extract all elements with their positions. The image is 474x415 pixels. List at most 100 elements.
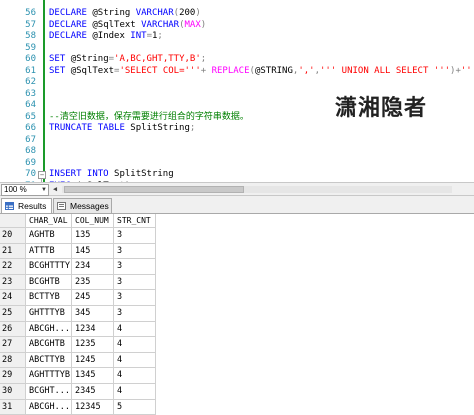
table-cell[interactable]: 12345 <box>72 399 114 415</box>
watermark-text: 潇湘隐者 <box>335 95 428 121</box>
code-line[interactable]: SET @SqlText='SELECT COL='''+ REPLACE(@S… <box>49 66 474 78</box>
table-cell[interactable]: 3 <box>114 243 156 260</box>
line-number-gutter: 565758596061626364656667686970717273 <box>0 0 38 182</box>
line-number: 63 <box>25 88 36 99</box>
scroll-left-icon[interactable]: ◀ <box>50 185 60 194</box>
column-header[interactable]: STR_CNT <box>114 214 156 228</box>
table-cell[interactable]: GHTTTYB <box>26 306 72 322</box>
table-row[interactable]: 22 BCGHTTTY 234 3 <box>0 259 156 275</box>
table-cell[interactable]: AGHTTTYB <box>26 368 72 384</box>
chevron-down-icon[interactable]: ▼ <box>41 185 47 195</box>
table-cell[interactable]: 1345 <box>72 368 114 384</box>
table-cell[interactable]: 345 <box>72 306 114 322</box>
code-line[interactable]: TRUNCATE TABLE SplitString; <box>49 123 195 135</box>
code-token: @String <box>70 54 109 64</box>
code-token: VARCHAR <box>141 19 180 30</box>
code-token: @String <box>92 8 136 18</box>
code-token: DECLARE <box>49 8 93 18</box>
column-header[interactable]: CHAR_VAL <box>26 214 72 228</box>
code-token: 'A,BC,GHT,TTY,B' <box>114 54 201 64</box>
table-cell[interactable]: ABCGHTB <box>26 337 72 353</box>
row-number[interactable]: 25 <box>0 306 26 322</box>
table-cell[interactable]: AGHTB <box>26 228 72 244</box>
table-row[interactable]: 31 ABCGH... 12345 5 <box>0 399 156 415</box>
row-number[interactable]: 24 <box>0 290 26 306</box>
line-number: 58 <box>25 31 36 41</box>
zoom-dropdown[interactable]: 100 % ▼ <box>1 184 49 196</box>
collapse-toggle-icon[interactable]: − <box>38 171 46 179</box>
table-cell[interactable]: 145 <box>72 243 114 260</box>
code-token: SET <box>49 54 71 64</box>
table-cell[interactable]: BCGHT... <box>26 384 72 400</box>
table-cell[interactable]: 3 <box>114 259 156 275</box>
code-token: ; <box>189 123 196 133</box>
code-token: @STRING <box>254 65 293 76</box>
table-cell[interactable]: 1245 <box>72 352 114 369</box>
table-row[interactable]: 29 AGHTTTYB 1345 4 <box>0 368 156 384</box>
table-cell[interactable]: 4 <box>114 384 156 400</box>
table-cell[interactable]: 5 <box>114 399 156 415</box>
code-line[interactable]: DECLARE @Index INT=1; <box>49 31 163 43</box>
table-row[interactable]: 23 BCGHTB 235 3 <box>0 274 156 291</box>
row-number[interactable]: 20 <box>0 228 26 244</box>
code-token: @SqlText <box>70 65 115 76</box>
column-header[interactable]: COL_NUM <box>72 214 114 228</box>
table-cell[interactable]: 4 <box>114 337 156 353</box>
table-cell[interactable]: 245 <box>72 290 114 306</box>
table-row[interactable]: 26 ABCGH... 1234 4 <box>0 321 156 338</box>
results-grid[interactable]: CHAR_VAL COL_NUM STR_CNT 20 AGHTB 135 3 21 AT… <box>0 214 474 415</box>
code-line[interactable]: SET @String='A,BC,GHT,TTY,B'; <box>49 54 206 66</box>
line-number: 57 <box>25 19 36 30</box>
table-cell[interactable]: 3 <box>114 274 156 291</box>
table-cell[interactable]: 4 <box>114 352 156 369</box>
table-cell[interactable]: 1235 <box>72 337 114 353</box>
table-row[interactable]: 20 AGHTB 135 3 <box>0 228 156 244</box>
table-row[interactable]: 30 BCGHT... 2345 4 <box>0 384 156 400</box>
table-cell[interactable]: 4 <box>114 368 156 384</box>
tab-messages[interactable]: Messages <box>53 198 112 213</box>
grid-corner[interactable] <box>0 214 26 228</box>
table-row[interactable]: 27 ABCGHTB 1235 4 <box>0 337 156 353</box>
row-number[interactable]: 27 <box>0 337 26 353</box>
editor-status-bar: 100 % ▼ ◀ <box>0 182 474 196</box>
line-number: 70 <box>25 169 36 179</box>
row-number[interactable]: 21 <box>0 243 26 260</box>
table-row[interactable]: 24 BCTTYB 245 3 <box>0 290 156 306</box>
table-row[interactable]: 25 GHTTTYB 345 3 <box>0 306 156 322</box>
code-line[interactable]: INSERT INTO SplitString <box>49 169 174 181</box>
table-cell[interactable]: ABCGH... <box>26 321 72 338</box>
table-cell[interactable]: 4 <box>114 321 156 338</box>
table-cell[interactable]: 1234 <box>72 321 114 338</box>
code-line[interactable]: DECLARE @String VARCHAR(200) <box>49 8 201 20</box>
table-cell[interactable]: 3 <box>114 290 156 306</box>
sql-editor[interactable]: 565758596061626364656667686970717273 DEC… <box>0 0 474 182</box>
row-number[interactable]: 30 <box>0 384 26 400</box>
table-cell[interactable]: 235 <box>72 274 114 291</box>
table-cell[interactable]: BCGHTTTY <box>26 259 72 275</box>
code-line[interactable]: DECLARE @SqlText VARCHAR(MAX) <box>49 20 206 32</box>
code-line[interactable]: --清空旧数据，保存需要进行组合的字符串数据。 <box>49 112 249 124</box>
row-number[interactable]: 29 <box>0 368 26 384</box>
code-token: ) <box>195 8 201 18</box>
table-cell[interactable]: 234 <box>72 259 114 275</box>
table-cell[interactable]: ATTTB <box>26 243 72 260</box>
code-token: '''' <box>460 65 474 76</box>
table-cell[interactable]: 3 <box>114 306 156 322</box>
row-number[interactable]: 31 <box>0 399 26 415</box>
results-tabbar: Results Messages <box>0 196 474 214</box>
row-number[interactable]: 22 <box>0 259 26 275</box>
horizontal-scroll-thumb[interactable] <box>64 186 244 193</box>
table-cell[interactable]: 3 <box>114 228 156 244</box>
table-row[interactable]: 21 ATTTB 145 3 <box>0 243 156 260</box>
row-number[interactable]: 23 <box>0 274 26 291</box>
table-cell[interactable]: ABCGH... <box>26 399 72 415</box>
table-cell[interactable]: BCTTYB <box>26 290 72 306</box>
table-cell[interactable]: 2345 <box>72 384 114 400</box>
row-number[interactable]: 26 <box>0 321 26 338</box>
tab-results[interactable]: Results <box>1 198 52 213</box>
row-number[interactable]: 28 <box>0 352 26 369</box>
table-cell[interactable]: ABCTTYB <box>26 352 72 369</box>
table-cell[interactable]: BCGHTB <box>26 274 72 291</box>
table-row[interactable]: 28 ABCTTYB 1245 4 <box>0 352 156 369</box>
table-cell[interactable]: 135 <box>72 228 114 244</box>
